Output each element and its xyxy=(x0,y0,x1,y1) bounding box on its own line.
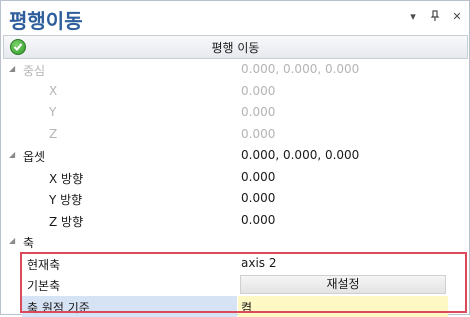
prop-name: 현재축 xyxy=(27,256,60,273)
prop-value[interactable]: 켬 xyxy=(241,299,252,316)
prop-row-center-y[interactable]: Y 0.000 xyxy=(3,102,466,124)
prop-row-current-axis[interactable]: 현재축 axis 2 xyxy=(3,253,466,275)
pin-icon[interactable] xyxy=(429,10,441,24)
collapse-icon[interactable]: ◢ xyxy=(9,64,18,73)
window-controls: ▾ ✕ xyxy=(407,10,463,24)
prop-value: 0.000, 0.000, 0.000 xyxy=(241,148,359,162)
prop-row-offset-z[interactable]: Z 방향 0.000 xyxy=(3,210,466,232)
prop-value: 0.000 xyxy=(241,84,275,98)
prop-value[interactable]: 0.000 xyxy=(241,191,275,205)
prop-row-offset-x[interactable]: X 방향 0.000 xyxy=(3,167,466,189)
prop-value: 0.000 xyxy=(241,127,275,141)
dropdown-arrow-icon[interactable]: ▾ xyxy=(407,10,419,24)
toolbar-label: 평행 이동 xyxy=(4,39,467,56)
prop-row-base-axis[interactable]: 기본축 재설정 xyxy=(3,274,466,296)
prop-name: Z 방향 xyxy=(49,213,83,230)
property-grid: ◢ 중심 0.000, 0.000, 0.000 X 0.000 Y 0.000… xyxy=(3,59,466,317)
prop-row-offset[interactable]: ◢ 옵셋 0.000, 0.000, 0.000 xyxy=(3,145,466,167)
collapse-icon[interactable]: ◢ xyxy=(9,150,18,159)
prop-value[interactable]: 0.000 xyxy=(241,213,275,227)
prop-row-axis-origin[interactable]: 축 원점 기준 켬 xyxy=(3,296,466,317)
close-icon[interactable]: ✕ xyxy=(451,10,463,24)
prop-name: 중심 xyxy=(23,62,45,79)
property-panel: 평행이동 ▾ ✕ 평행 이동 ◢ 중심 0.000, 0.000, 0.000 … xyxy=(0,0,470,315)
prop-value[interactable]: axis 2 xyxy=(241,256,277,270)
prop-row-offset-y[interactable]: Y 방향 0.000 xyxy=(3,188,466,210)
prop-value[interactable]: 0.000 xyxy=(241,170,275,184)
prop-name: Y xyxy=(49,105,56,119)
prop-name: 축 xyxy=(23,234,34,251)
panel-titlebar: 평행이동 ▾ ✕ xyxy=(1,1,469,33)
panel-title: 평행이동 xyxy=(9,5,83,34)
value-editor-bg xyxy=(238,296,448,317)
prop-name: 기본축 xyxy=(27,277,60,294)
prop-row-center-x[interactable]: X 0.000 xyxy=(3,81,466,103)
prop-row-center-z[interactable]: Z 0.000 xyxy=(3,124,466,146)
prop-value: 0.000, 0.000, 0.000 xyxy=(241,62,359,76)
prop-name: Y 방향 xyxy=(49,191,82,208)
prop-value: 0.000 xyxy=(241,105,275,119)
prop-name: 축 원점 기준 xyxy=(27,299,90,316)
prop-name: X 방향 xyxy=(49,170,83,187)
collapse-icon[interactable]: ◢ xyxy=(9,236,18,245)
prop-name: Z xyxy=(49,127,57,141)
prop-row-axis[interactable]: ◢ 축 xyxy=(3,231,466,253)
prop-row-center[interactable]: ◢ 중심 0.000, 0.000, 0.000 xyxy=(3,59,466,81)
apply-toolbar: 평행 이동 xyxy=(3,35,468,59)
reset-button[interactable]: 재설정 xyxy=(240,275,446,294)
prop-name: X xyxy=(49,84,57,98)
prop-name: 옵셋 xyxy=(23,148,45,165)
